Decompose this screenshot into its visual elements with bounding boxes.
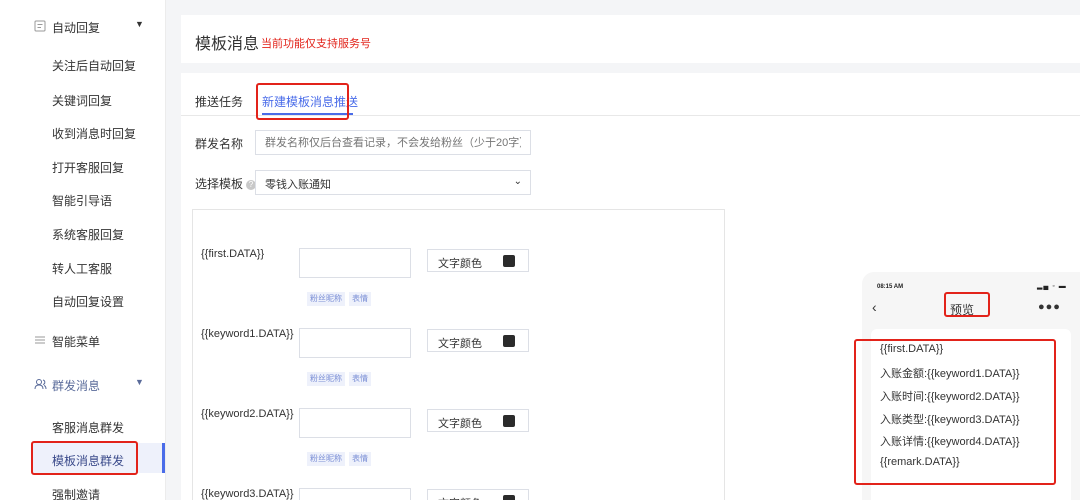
sidebar-group-smart-menu[interactable]: 智能菜单 [0, 330, 166, 352]
sidebar-item-smart-guide[interactable]: 智能引导语 [52, 192, 112, 209]
template-select[interactable]: 零钱入账通知 ⌄ [255, 170, 531, 195]
highlight-preview-title [944, 292, 990, 317]
users-icon [33, 378, 47, 392]
color-label: 文字颜色 [438, 418, 482, 430]
color-swatch[interactable] [503, 495, 515, 500]
color-label: 文字颜色 [438, 258, 482, 270]
chevron-down-icon: ⌄ [513, 176, 522, 187]
sidebar-item-open-service-reply[interactable]: 打开客服回复 [52, 159, 124, 176]
color-swatch[interactable] [503, 415, 515, 427]
tag-emoji[interactable]: 表情 [349, 292, 371, 306]
field-input-first[interactable] [299, 248, 411, 278]
mass-name-label: 群发名称 [195, 137, 244, 151]
tag-emoji[interactable]: 表情 [349, 452, 371, 466]
sidebar-active-indicator [162, 443, 165, 473]
sidebar-group-auto-reply[interactable]: 自动回复 ▼ [0, 16, 166, 38]
chat-icon [33, 20, 47, 34]
template-fields-box: {{first.DATA}} 文字颜色 粉丝昵称 表情 {{keyword1.D… [192, 209, 725, 500]
sidebar-item-force-invite[interactable]: 强制邀请 [52, 486, 100, 500]
template-select-label: 选择模板? [195, 175, 257, 192]
back-arrow-icon[interactable]: ‹ [872, 299, 877, 315]
field-input-keyword3[interactable] [299, 488, 411, 500]
chevron-down-icon: ▼ [135, 19, 144, 29]
field-key-keyword3: {{keyword3.DATA}} [201, 488, 294, 500]
menu-icon [33, 334, 47, 348]
tag-fan-nickname[interactable]: 粉丝昵称 [307, 372, 345, 386]
sidebar-item-system-service-reply[interactable]: 系统客服回复 [52, 226, 124, 243]
tab-push-tasks[interactable]: 推送任务 [195, 93, 243, 110]
mass-name-input[interactable] [255, 130, 531, 155]
field-input-keyword1[interactable] [299, 328, 411, 358]
field-color-picker-first[interactable]: 文字颜色 [427, 249, 529, 272]
tag-emoji[interactable]: 表情 [349, 372, 371, 386]
field-color-picker-keyword2[interactable]: 文字颜色 [427, 409, 529, 432]
sidebar-item-follow-reply[interactable]: 关注后自动回复 [52, 57, 136, 74]
field-key-keyword1: {{keyword1.DATA}} [201, 328, 294, 340]
more-dots-icon[interactable]: ●●● [1038, 301, 1061, 313]
chevron-down-icon: ▼ [135, 377, 144, 387]
field-key-first: {{first.DATA}} [201, 248, 265, 260]
color-swatch[interactable] [503, 335, 515, 347]
sidebar-item-service-mass[interactable]: 客服消息群发 [52, 419, 124, 436]
sidebar: 自动回复 ▼ 关注后自动回复 关键词回复 收到消息时回复 打开客服回复 智能引导… [0, 0, 166, 500]
sidebar-item-message-reply[interactable]: 收到消息时回复 [52, 125, 136, 142]
sidebar-item-transfer-human[interactable]: 转人工客服 [52, 260, 112, 277]
highlight-preview-content [854, 339, 1056, 485]
page-title: 模板消息 [195, 36, 260, 53]
color-label: 文字颜色 [438, 338, 482, 350]
sidebar-item-auto-reply-settings[interactable]: 自动回复设置 [52, 293, 124, 310]
sidebar-group-label: 群发消息 [52, 379, 101, 393]
field-color-picker-keyword1[interactable]: 文字颜色 [427, 329, 529, 352]
highlight-template-mass-item [31, 441, 138, 475]
tag-fan-nickname[interactable]: 粉丝昵称 [307, 292, 345, 306]
color-label: 文字颜色 [438, 495, 482, 500]
signal-battery-icon: ▂▄ ◦ ▬ [1037, 283, 1067, 290]
page-header: 模板消息 当前功能仅支持服务号 [181, 15, 1080, 63]
field-color-picker-keyword3[interactable]: 文字颜色 [427, 489, 529, 500]
field-key-keyword2: {{keyword2.DATA}} [201, 408, 294, 420]
phone-status-time: 08:15 AM [877, 284, 904, 290]
sidebar-group-mass-message[interactable]: 群发消息 ▼ [0, 374, 166, 396]
sidebar-group-label: 自动回复 [52, 21, 101, 35]
field-input-keyword2[interactable] [299, 408, 411, 438]
sidebar-item-keyword-reply[interactable]: 关键词回复 [52, 92, 112, 109]
template-select-value: 零钱入账通知 [265, 179, 331, 191]
color-swatch[interactable] [503, 255, 515, 267]
tag-fan-nickname[interactable]: 粉丝昵称 [307, 452, 345, 466]
service-only-note: 当前功能仅支持服务号 [261, 38, 371, 50]
template-select-label-text: 选择模板 [195, 177, 244, 191]
highlight-new-template-tab [256, 83, 349, 120]
sidebar-group-label: 智能菜单 [52, 335, 101, 349]
